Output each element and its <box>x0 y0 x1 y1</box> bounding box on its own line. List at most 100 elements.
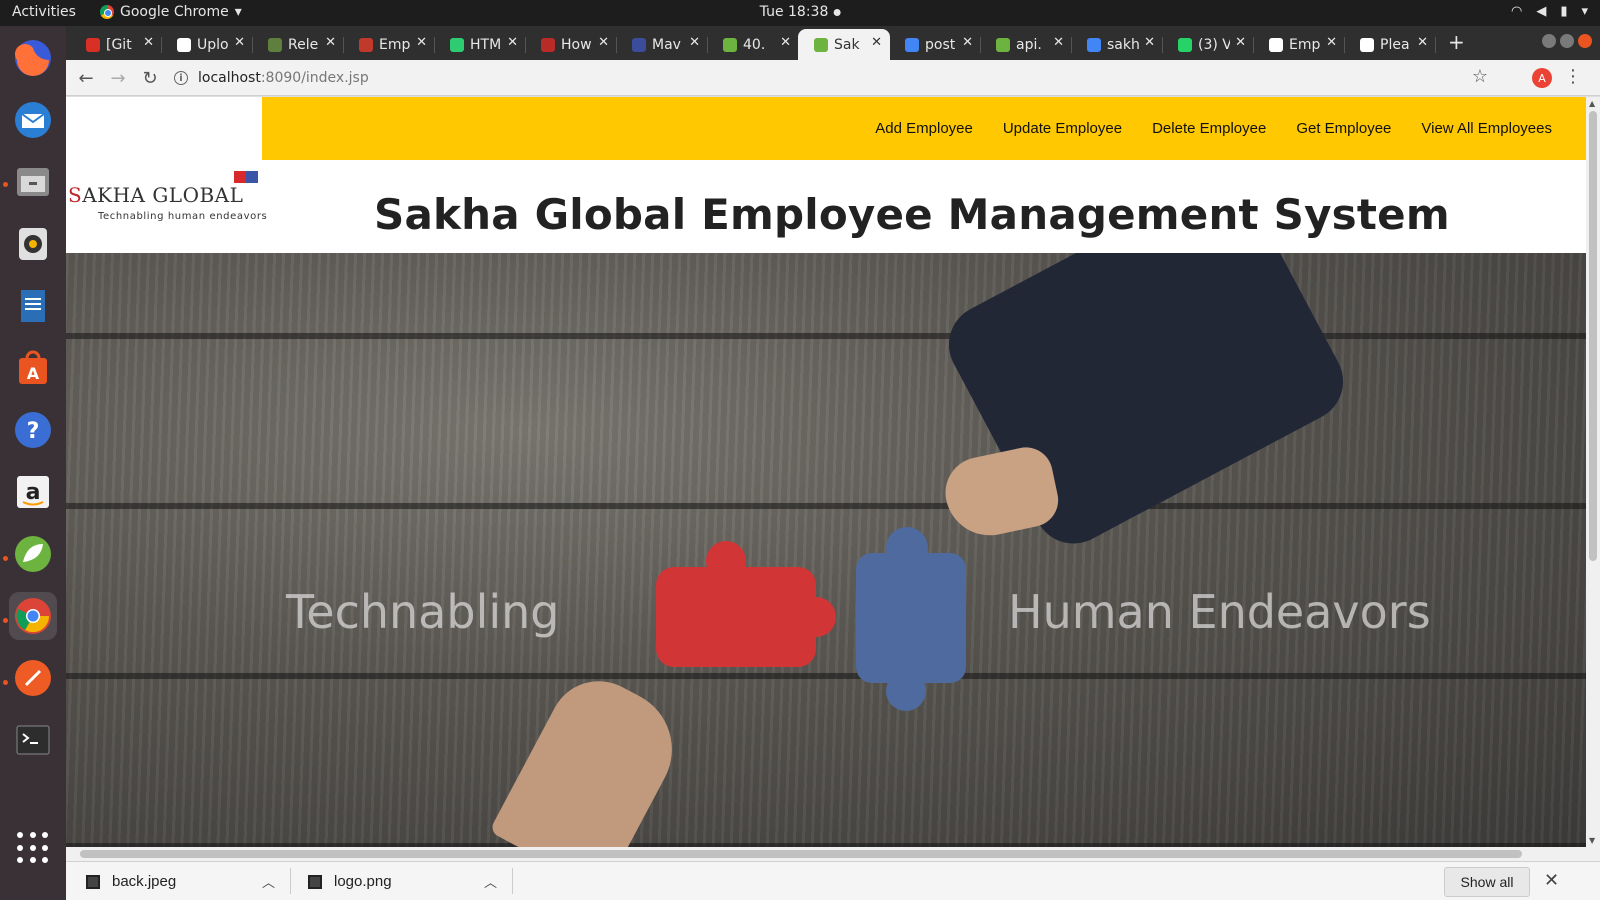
tab-close-icon[interactable]: ✕ <box>1326 35 1337 50</box>
nav-add-employee[interactable]: Add Employee <box>875 120 973 137</box>
browser-tab[interactable]: Uplo ✕ <box>161 29 253 60</box>
download-item[interactable]: logo.png <box>308 862 392 900</box>
url-path: :8090/index.jsp <box>260 70 369 86</box>
browser-tab[interactable]: Plea ✕ <box>1344 29 1436 60</box>
tab-favicon-icon <box>359 37 373 52</box>
close-window-icon[interactable] <box>1578 34 1592 48</box>
tab-close-icon[interactable]: ✕ <box>143 35 154 50</box>
svg-text:a: a <box>26 480 41 505</box>
tab-favicon-icon <box>905 37 919 52</box>
maximize-icon[interactable] <box>1560 34 1574 48</box>
back-arrow-icon[interactable]: ← <box>74 66 98 90</box>
new-tab-button[interactable]: + <box>1448 30 1465 54</box>
show-applications-icon[interactable] <box>17 832 49 864</box>
dock: A ? a <box>0 26 66 900</box>
tab-close-icon[interactable]: ✕ <box>962 35 973 50</box>
browser-tab[interactable]: post ✕ <box>889 29 981 60</box>
terminal-icon[interactable] <box>9 716 57 764</box>
tab-close-icon[interactable]: ✕ <box>598 35 609 50</box>
nav-delete-employee[interactable]: Delete Employee <box>1152 120 1266 137</box>
tab-favicon-icon <box>1360 37 1374 52</box>
scroll-down-icon[interactable]: ▼ <box>1589 836 1595 845</box>
software-center-icon[interactable]: A <box>9 344 57 392</box>
tab-close-icon[interactable]: ✕ <box>507 35 518 50</box>
tab-close-icon[interactable]: ✕ <box>416 35 427 50</box>
tab-label: HTM <box>470 36 502 53</box>
amazon-icon[interactable]: a <box>9 468 57 516</box>
activities-button[interactable]: Activities <box>12 4 76 20</box>
tab-close-icon[interactable]: ✕ <box>1417 35 1428 50</box>
bookmark-star-icon[interactable]: ☆ <box>1472 66 1488 87</box>
battery-icon: ▮ <box>1560 4 1568 19</box>
tab-favicon-icon <box>268 37 282 52</box>
chrome-icon[interactable] <box>9 592 57 640</box>
show-all-button[interactable]: Show all <box>1444 867 1530 897</box>
reload-icon[interactable]: ↻ <box>138 66 162 90</box>
tab-close-icon[interactable]: ✕ <box>1053 35 1064 50</box>
rhythmbox-icon[interactable] <box>9 220 57 268</box>
nav-update-employee[interactable]: Update Employee <box>1003 120 1122 137</box>
tab-favicon-icon <box>541 37 555 52</box>
tab-close-icon[interactable]: ✕ <box>234 35 245 50</box>
firefox-icon[interactable] <box>9 34 57 82</box>
browser-tab[interactable]: Emp ✕ <box>1253 29 1345 60</box>
thunderbird-icon[interactable] <box>9 96 57 144</box>
system-menu-caret-icon: ▾ <box>1581 4 1588 19</box>
system-indicators[interactable]: ◠ ◀ ▮ ▾ <box>1511 4 1588 19</box>
hero-hand-bottom <box>489 663 693 847</box>
vertical-scrollbar[interactable]: ▲ ▼ <box>1586 97 1600 847</box>
tab-close-icon[interactable]: ✕ <box>1144 35 1155 50</box>
address-bar[interactable]: i localhost:8090/index.jsp <box>174 66 1464 90</box>
app-menu[interactable]: Google Chrome ▾ <box>100 4 242 20</box>
chevron-up-icon[interactable]: ︿ <box>484 872 497 891</box>
tab-close-icon[interactable]: ✕ <box>871 35 882 50</box>
svg-text:?: ? <box>27 419 40 444</box>
clock[interactable]: Tue 18:38 <box>760 4 841 20</box>
nav-view-all-employees[interactable]: View All Employees <box>1421 120 1552 137</box>
scroll-up-icon[interactable]: ▲ <box>1589 99 1595 108</box>
spring-tool-suite-icon[interactable] <box>9 530 57 578</box>
chevron-up-icon[interactable]: ︿ <box>262 872 275 891</box>
browser-tab[interactable]: [Git ✕ <box>70 29 162 60</box>
tab-label: post <box>925 36 956 53</box>
browser-tab[interactable]: Mav ✕ <box>616 29 708 60</box>
postman-icon[interactable] <box>9 654 57 702</box>
window-controls <box>1542 34 1592 48</box>
browser-tab[interactable]: 40. ✕ <box>707 29 799 60</box>
tab-close-icon[interactable]: ✕ <box>780 35 791 50</box>
minimize-icon[interactable] <box>1542 34 1556 48</box>
browser-tab[interactable]: (3) V ✕ <box>1162 29 1254 60</box>
tab-close-icon[interactable]: ✕ <box>1235 35 1246 50</box>
tab-close-icon[interactable]: ✕ <box>689 35 700 50</box>
url-host: localhost <box>198 70 261 86</box>
tab-close-icon[interactable]: ✕ <box>325 35 336 50</box>
tab-label: Emp <box>379 36 411 53</box>
browser-tab[interactable]: sakh ✕ <box>1071 29 1163 60</box>
caret-down-icon: ▾ <box>234 4 242 20</box>
horizontal-scroll-thumb[interactable] <box>80 850 1522 858</box>
help-icon[interactable]: ? <box>9 406 57 454</box>
vertical-scroll-thumb[interactable] <box>1589 111 1597 561</box>
browser-toolbar: ← → ↻ i localhost:8090/index.jsp ☆ A ⋮ <box>66 60 1600 96</box>
forward-arrow-icon[interactable]: → <box>106 66 130 90</box>
browser-tab[interactable]: How ✕ <box>525 29 617 60</box>
browser-tab[interactable]: Sak ✕ <box>798 29 890 60</box>
nav-get-employee[interactable]: Get Employee <box>1296 120 1391 137</box>
logo-puzzle-red-icon <box>234 171 246 183</box>
close-icon[interactable]: ✕ <box>1544 870 1559 891</box>
download-filename: back.jpeg <box>112 873 177 890</box>
horizontal-scrollbar[interactable] <box>66 847 1600 861</box>
browser-tab[interactable]: api. ✕ <box>980 29 1072 60</box>
downloads-shelf: back.jpeg ︿ logo.png ︿ Show all ✕ <box>66 861 1600 900</box>
files-icon[interactable] <box>9 158 57 206</box>
tab-label: sakh <box>1107 36 1139 53</box>
logo-puzzle-blue-icon <box>246 171 258 183</box>
profile-avatar[interactable]: A <box>1532 68 1552 88</box>
browser-tab[interactable]: Rele ✕ <box>252 29 344 60</box>
site-info-icon[interactable]: i <box>174 71 188 85</box>
download-item[interactable]: back.jpeg <box>86 862 176 900</box>
browser-tab[interactable]: HTM ✕ <box>434 29 526 60</box>
chrome-menu-icon[interactable]: ⋮ <box>1564 66 1582 87</box>
browser-tab[interactable]: Emp ✕ <box>343 29 435 60</box>
writer-icon[interactable] <box>9 282 57 330</box>
